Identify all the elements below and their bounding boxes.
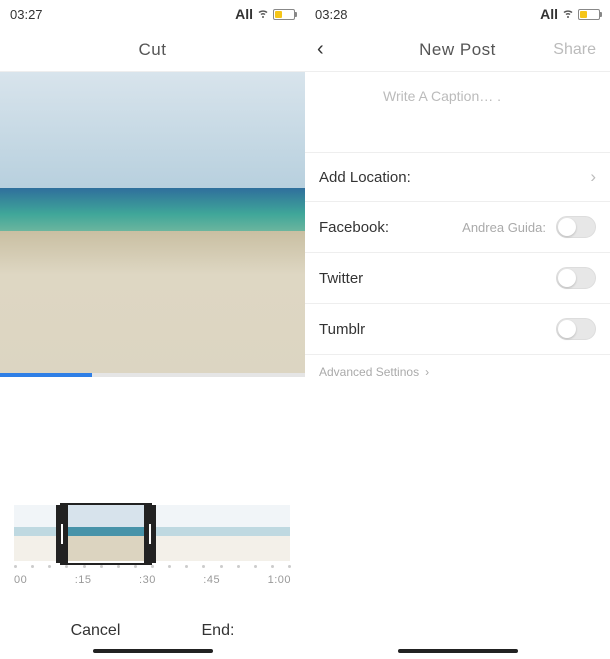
chevron-right-icon: › [425,365,429,379]
add-location-row[interactable]: Add Location: › [305,153,610,202]
signal-label: All [540,6,558,22]
row-sub: Andrea Guida: [462,220,546,235]
row-label: Tumblr [319,321,365,338]
header: ‹ New Post Share [305,28,610,72]
row-label: Twitter [319,270,363,287]
video-preview[interactable] [0,72,305,377]
tumblr-toggle[interactable] [556,318,596,340]
timeline-thumb [198,505,244,561]
share-button[interactable]: Share [553,41,596,59]
trim-timeline[interactable] [14,505,291,563]
header: Cut [0,28,305,72]
page-title: Cut [139,40,167,60]
timeline-thumb [152,505,198,561]
status-time: 03:28 [315,7,348,22]
caption-input[interactable]: Write A Caption… . [383,86,501,138]
cancel-button[interactable]: Cancel [71,622,121,640]
facebook-toggle[interactable] [556,216,596,238]
media-thumbnail[interactable] [319,86,371,138]
row-label: Facebook: [319,219,389,236]
share-tumblr-row: Tumblr [305,304,610,355]
screen-cut: 03:27 All Cut 00 :15 :30 [0,0,305,659]
advanced-settings-link[interactable]: Advanced Settinos› [305,355,610,389]
back-button[interactable]: ‹ [317,38,324,61]
timeline-thumb [244,505,290,561]
chevron-right-icon: › [590,167,596,187]
caption-row: Write A Caption… . [305,72,610,153]
home-indicator[interactable] [93,649,213,653]
status-time: 03:27 [10,7,43,22]
battery-icon [578,9,600,20]
status-bar: 03:27 All [0,0,305,28]
page-title: New Post [419,40,496,60]
twitter-toggle[interactable] [556,267,596,289]
battery-icon [273,9,295,20]
wifi-icon [257,7,269,22]
end-button[interactable]: End: [202,622,235,640]
signal-label: All [235,6,253,22]
timeline-ticks: 00 :15 :30 :45 1:00 [14,574,291,586]
home-indicator[interactable] [398,649,518,653]
timeline-thumb [14,505,60,561]
share-twitter-row: Twitter [305,253,610,304]
video-progress[interactable] [0,373,305,377]
share-facebook-row: Facebook: Andrea Guida: [305,202,610,253]
row-label: Add Location: [319,169,411,186]
wifi-icon [562,7,574,22]
status-bar: 03:28 All [305,0,610,28]
play-icon [319,86,371,138]
timeline-thumb [60,505,106,561]
timeline-thumb [106,505,152,561]
screen-new-post: 03:28 All ‹ New Post Share Write A Capti… [305,0,610,659]
